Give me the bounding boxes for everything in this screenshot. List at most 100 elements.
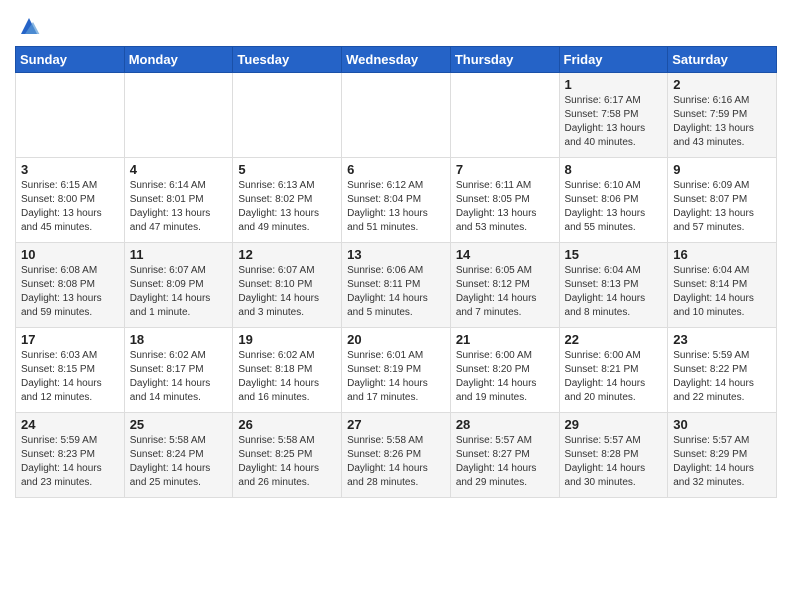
logo-icon [17,14,41,38]
day-number: 21 [456,332,554,347]
calendar-cell: 12 Sunrise: 6:07 AMSunset: 8:10 PMDayligh… [233,243,342,328]
header [15,10,777,38]
calendar-cell [342,73,451,158]
calendar-cell: 23 Sunrise: 5:59 AMSunset: 8:22 PMDayligh… [668,328,777,413]
calendar-cell: 4 Sunrise: 6:14 AMSunset: 8:01 PMDaylight… [124,158,233,243]
weekday-header-monday: Monday [124,47,233,73]
calendar-header-row: SundayMondayTuesdayWednesdayThursdayFrid… [16,47,777,73]
day-number: 28 [456,417,554,432]
calendar-cell: 3 Sunrise: 6:15 AMSunset: 8:00 PMDaylight… [16,158,125,243]
day-info: Sunrise: 6:06 AMSunset: 8:11 PMDaylight:… [347,264,445,320]
calendar-cell: 6 Sunrise: 6:12 AMSunset: 8:04 PMDaylight… [342,158,451,243]
day-number: 11 [130,247,228,262]
day-info: Sunrise: 6:13 AMSunset: 8:02 PMDaylight:… [238,179,336,235]
calendar-cell [450,73,559,158]
day-info: Sunrise: 5:57 AMSunset: 8:27 PMDaylight:… [456,434,554,490]
day-number: 20 [347,332,445,347]
calendar-cell: 7Sunrise: 6:11 AMSunset: 8:05 PMDaylight… [450,158,559,243]
day-number: 15 [565,247,663,262]
calendar-cell: 30 Sunrise: 5:57 AMSunset: 8:29 PMDayligh… [668,413,777,498]
weekday-header-friday: Friday [559,47,668,73]
calendar-cell: 18 Sunrise: 6:02 AMSunset: 8:17 PMDayligh… [124,328,233,413]
calendar-table: SundayMondayTuesdayWednesdayThursdayFrid… [15,46,777,498]
day-number: 1 [565,77,663,92]
day-info: Sunrise: 6:07 AMSunset: 8:10 PMDaylight:… [238,264,336,320]
calendar-week-3: 10 Sunrise: 6:08 AMSunset: 8:08 PMDayligh… [16,243,777,328]
day-info: Sunrise: 6:04 AMSunset: 8:13 PMDaylight:… [565,264,663,320]
calendar-cell: 24 Sunrise: 5:59 AMSunset: 8:23 PMDayligh… [16,413,125,498]
day-number: 2 [673,77,771,92]
weekday-header-tuesday: Tuesday [233,47,342,73]
weekday-header-saturday: Saturday [668,47,777,73]
day-number: 6 [347,162,445,177]
calendar-cell: 11 Sunrise: 6:07 AMSunset: 8:09 PMDayligh… [124,243,233,328]
day-info: Sunrise: 5:59 AMSunset: 8:22 PMDaylight:… [673,349,771,405]
day-info: Sunrise: 5:57 AMSunset: 8:29 PMDaylight:… [673,434,771,490]
day-number: 18 [130,332,228,347]
day-info: Sunrise: 6:00 AMSunset: 8:21 PMDaylight:… [565,349,663,405]
day-number: 16 [673,247,771,262]
day-number: 3 [21,162,119,177]
calendar-cell: 17 Sunrise: 6:03 AMSunset: 8:15 PMDayligh… [16,328,125,413]
day-number: 10 [21,247,119,262]
calendar-cell: 1 Sunrise: 6:17 AMSunset: 7:58 PMDaylight… [559,73,668,158]
day-info: Sunrise: 6:11 AMSunset: 8:05 PMDaylight:… [456,179,554,235]
calendar-cell: 22 Sunrise: 6:00 AMSunset: 8:21 PMDayligh… [559,328,668,413]
day-info: Sunrise: 6:12 AMSunset: 8:04 PMDaylight:… [347,179,445,235]
day-number: 25 [130,417,228,432]
calendar-cell: 16Sunrise: 6:04 AMSunset: 8:14 PMDayligh… [668,243,777,328]
day-number: 4 [130,162,228,177]
day-info: Sunrise: 6:07 AMSunset: 8:09 PMDaylight:… [130,264,228,320]
calendar-cell: 25 Sunrise: 5:58 AMSunset: 8:24 PMDayligh… [124,413,233,498]
day-info: Sunrise: 6:01 AMSunset: 8:19 PMDaylight:… [347,349,445,405]
day-number: 27 [347,417,445,432]
calendar-cell [233,73,342,158]
day-number: 19 [238,332,336,347]
day-info: Sunrise: 5:58 AMSunset: 8:24 PMDaylight:… [130,434,228,490]
day-number: 22 [565,332,663,347]
calendar-cell [124,73,233,158]
calendar-cell: 13Sunrise: 6:06 AMSunset: 8:11 PMDayligh… [342,243,451,328]
day-number: 5 [238,162,336,177]
calendar-week-1: 1 Sunrise: 6:17 AMSunset: 7:58 PMDaylight… [16,73,777,158]
day-number: 29 [565,417,663,432]
day-info: Sunrise: 6:14 AMSunset: 8:01 PMDaylight:… [130,179,228,235]
calendar-week-2: 3 Sunrise: 6:15 AMSunset: 8:00 PMDaylight… [16,158,777,243]
weekday-header-wednesday: Wednesday [342,47,451,73]
calendar-week-4: 17 Sunrise: 6:03 AMSunset: 8:15 PMDayligh… [16,328,777,413]
calendar-cell: 26Sunrise: 5:58 AMSunset: 8:25 PMDayligh… [233,413,342,498]
day-info: Sunrise: 6:08 AMSunset: 8:08 PMDaylight:… [21,264,119,320]
calendar-cell: 15 Sunrise: 6:04 AMSunset: 8:13 PMDayligh… [559,243,668,328]
weekday-header-thursday: Thursday [450,47,559,73]
day-number: 23 [673,332,771,347]
day-info: Sunrise: 5:57 AMSunset: 8:28 PMDaylight:… [565,434,663,490]
weekday-header-sunday: Sunday [16,47,125,73]
day-info: Sunrise: 6:05 AMSunset: 8:12 PMDaylight:… [456,264,554,320]
day-number: 17 [21,332,119,347]
day-info: Sunrise: 5:58 AMSunset: 8:26 PMDaylight:… [347,434,445,490]
day-number: 26 [238,417,336,432]
day-number: 30 [673,417,771,432]
day-number: 8 [565,162,663,177]
day-info: Sunrise: 6:10 AMSunset: 8:06 PMDaylight:… [565,179,663,235]
calendar-cell: 10 Sunrise: 6:08 AMSunset: 8:08 PMDayligh… [16,243,125,328]
day-info: Sunrise: 6:03 AMSunset: 8:15 PMDaylight:… [21,349,119,405]
calendar-cell: 2 Sunrise: 6:16 AMSunset: 7:59 PMDaylight… [668,73,777,158]
day-info: Sunrise: 6:16 AMSunset: 7:59 PMDaylight:… [673,94,771,150]
calendar-cell: 19 Sunrise: 6:02 AMSunset: 8:18 PMDayligh… [233,328,342,413]
calendar-cell: 8 Sunrise: 6:10 AMSunset: 8:06 PMDaylight… [559,158,668,243]
calendar-cell: 29 Sunrise: 5:57 AMSunset: 8:28 PMDayligh… [559,413,668,498]
calendar-week-5: 24 Sunrise: 5:59 AMSunset: 8:23 PMDayligh… [16,413,777,498]
day-info: Sunrise: 6:15 AMSunset: 8:00 PMDaylight:… [21,179,119,235]
calendar-cell [16,73,125,158]
day-number: 12 [238,247,336,262]
day-number: 24 [21,417,119,432]
day-info: Sunrise: 6:00 AMSunset: 8:20 PMDaylight:… [456,349,554,405]
day-info: Sunrise: 6:17 AMSunset: 7:58 PMDaylight:… [565,94,663,150]
day-info: Sunrise: 6:02 AMSunset: 8:17 PMDaylight:… [130,349,228,405]
calendar-cell: 5 Sunrise: 6:13 AMSunset: 8:02 PMDaylight… [233,158,342,243]
day-info: Sunrise: 5:59 AMSunset: 8:23 PMDaylight:… [21,434,119,490]
day-info: Sunrise: 6:02 AMSunset: 8:18 PMDaylight:… [238,349,336,405]
day-info: Sunrise: 6:09 AMSunset: 8:07 PMDaylight:… [673,179,771,235]
calendar-cell: 20 Sunrise: 6:01 AMSunset: 8:19 PMDayligh… [342,328,451,413]
